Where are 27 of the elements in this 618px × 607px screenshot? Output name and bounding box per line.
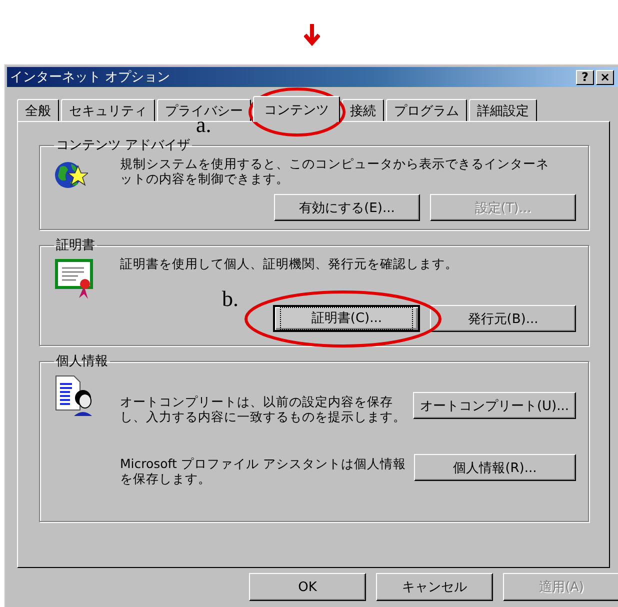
dialog-button[interactable]: キャンセル — [376, 573, 493, 601]
tab[interactable]: コンテンツ — [253, 96, 340, 122]
description-text: 規制システムを使用すると、このコンピュータから表示できるインターネットの内容を制御できます。 — [120, 156, 550, 186]
group-title: 証明書 — [55, 237, 96, 254]
help-button[interactable]: ? — [576, 70, 594, 84]
dialog-button[interactable]: 有効にする(E)... — [274, 194, 420, 221]
description-text: オートコンプリートは、以前の設定内容を保存し、入力する内容に一致するものを提示します。 — [120, 394, 407, 424]
tab[interactable]: 全般 — [17, 99, 59, 121]
window-title: インターネット オプション — [10, 69, 170, 86]
tab[interactable]: 詳細設定 — [469, 99, 537, 121]
tab[interactable]: プログラム — [386, 99, 467, 121]
group-title: 個人情報 — [55, 353, 109, 370]
dialog-button[interactable]: 証明書(C)... — [273, 305, 420, 332]
dialog-button[interactable]: オートコンプリート(U)... — [412, 392, 576, 419]
annotation-label: b. — [222, 286, 238, 312]
tab[interactable]: 接続 — [342, 99, 384, 121]
dialog-button[interactable]: OK — [249, 573, 366, 601]
certificate-icon — [54, 258, 96, 300]
tab[interactable]: セキュリティ — [61, 99, 155, 121]
document-person-icon — [54, 374, 94, 416]
close-button[interactable]: × — [596, 70, 614, 84]
description-text: 証明書を使用して個人、証明機関、発行元を確認します。 — [120, 256, 459, 271]
group-title: コンテンツ アドバイザ — [55, 137, 192, 154]
down-arrow-icon — [304, 24, 320, 46]
dialog-button[interactable]: 発行元(B)... — [430, 305, 576, 332]
dialog-button[interactable]: 個人情報(R)... — [414, 454, 576, 481]
description-text: Microsoft プロファイル アシスタントは個人情報を保存します。 — [120, 456, 407, 486]
